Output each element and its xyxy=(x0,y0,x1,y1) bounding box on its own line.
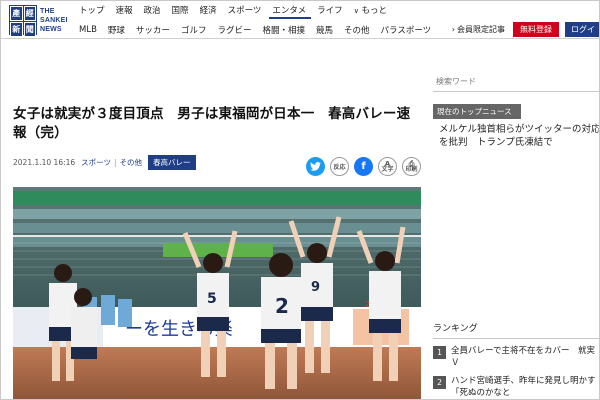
ranking-title: ランキング xyxy=(433,321,599,339)
search-box xyxy=(433,71,599,92)
chevron-right-icon: › xyxy=(451,24,455,34)
sidebar: 現在のトップニュース メルケル独首相らがツイッターの対応を批判 トランプ氏凍結で xyxy=(433,71,599,149)
article-photo[interactable]: ーを生きる楽 24 xyxy=(13,187,421,399)
site-header: 產 經 新 聞 THE SANKEI NEWS トップ 速報 政治 国際 経済 … xyxy=(1,1,599,39)
ranking-item-2[interactable]: 2 ハンド宮崎選手、昨年に発見し明かす「死ぬのかなと xyxy=(433,375,599,399)
article-header: 女子は就実が３度目頂点 男子は東福岡が日本一 春高バレー速報（完） 2021.1… xyxy=(13,105,421,176)
register-button[interactable]: 無料登録 xyxy=(513,21,559,37)
active-tab-underline xyxy=(269,17,311,19)
subnav-rugby[interactable]: ラグビー xyxy=(217,24,251,36)
category-sports-link[interactable]: スポーツ xyxy=(81,157,111,168)
share-toolbar: 反応 f A 文字 ⎙ 印刷 xyxy=(301,157,421,176)
reaction-button[interactable]: 反応 xyxy=(330,157,349,176)
logo-text: THE SANKEI NEWS xyxy=(40,7,68,33)
subnav-mlb[interactable]: MLB xyxy=(79,25,97,35)
top-news: 現在のトップニュース メルケル独首相らがツイッターの対応を批判 トランプ氏凍結で xyxy=(433,104,599,149)
main-nav: トップ 速報 政治 国際 経済 スポーツ エンタメ ライフ ∨ もっと xyxy=(79,3,398,17)
rank-number: 2 xyxy=(433,376,446,389)
publish-date: 2021.1.10 16:16 xyxy=(13,157,76,167)
subnav-baseball[interactable]: 野球 xyxy=(108,24,125,36)
category-separator: | xyxy=(114,157,117,167)
logo-mark: 產 經 新 聞 xyxy=(9,5,37,37)
subnav-para-sports[interactable]: パラスポーツ xyxy=(381,24,432,36)
font-size-button[interactable]: A 文字 xyxy=(378,157,397,176)
sports-subnav: MLB 野球 サッカー ゴルフ ラグビー 格闘・相撲 競馬 その他 パラスポーツ xyxy=(79,23,442,37)
article-title: 女子は就実が３度目頂点 男子は東福岡が日本一 春高バレー速報（完） xyxy=(13,106,411,141)
subnav-golf[interactable]: ゴルフ xyxy=(181,24,207,36)
print-button[interactable]: ⎙ 印刷 xyxy=(402,157,421,176)
nav-entertainment[interactable]: エンタメ xyxy=(272,4,306,16)
subnav-other[interactable]: その他 xyxy=(344,24,370,36)
login-button[interactable]: ログイ xyxy=(565,21,599,37)
search-input[interactable] xyxy=(436,76,586,86)
top-news-headline[interactable]: メルケル独首相らがツイッターの対応を批判 トランプ氏凍結で xyxy=(433,123,599,149)
nav-politics[interactable]: 政治 xyxy=(144,4,161,16)
nav-international[interactable]: 国際 xyxy=(172,4,189,16)
nav-economy[interactable]: 経済 xyxy=(200,4,217,16)
nav-more[interactable]: ∨ もっと xyxy=(354,4,387,16)
subnav-combat-sumo[interactable]: 格闘・相撲 xyxy=(262,24,305,36)
ranking-section: ランキング 1 全員バレーで主将不在をカバー 就実Ｖ 2 ハンド宮崎選手、昨年に… xyxy=(433,321,599,399)
subnav-soccer[interactable]: サッカー xyxy=(136,24,170,36)
top-news-label: 現在のトップニュース xyxy=(433,104,521,119)
nav-sports[interactable]: スポーツ xyxy=(228,4,262,16)
jersey-number-2: 2 xyxy=(275,294,289,318)
topic-tag[interactable]: 春高バレー xyxy=(148,154,196,170)
facebook-f-icon: f xyxy=(361,161,366,172)
rank-headline: 全員バレーで主将不在をカバー 就実Ｖ xyxy=(451,346,595,368)
rank-headline: ハンド宮崎選手、昨年に発見し明かす「死ぬのかなと xyxy=(451,376,596,398)
rank-number: 1 xyxy=(433,346,446,359)
nav-top[interactable]: トップ xyxy=(79,4,105,16)
header-actions: › 会員限定記事 無料登録 ログイ xyxy=(452,21,599,37)
volleyball-celebration-image: ーを生きる楽 24 xyxy=(13,187,421,399)
subnav-horse-racing[interactable]: 競馬 xyxy=(316,24,333,36)
chevron-down-icon: ∨ xyxy=(353,7,359,15)
ranking-item-1[interactable]: 1 全員バレーで主将不在をカバー 就実Ｖ xyxy=(433,345,599,369)
jersey-number-9: 9 xyxy=(311,280,320,295)
member-articles-link[interactable]: › 会員限定記事 xyxy=(452,24,505,35)
sankei-logo[interactable]: 產 經 新 聞 THE SANKEI NEWS xyxy=(9,5,71,37)
nav-breaking[interactable]: 速報 xyxy=(116,4,133,16)
twitter-share-button[interactable] xyxy=(306,157,325,176)
jersey-number-5: 5 xyxy=(207,291,217,307)
nav-life[interactable]: ライフ xyxy=(317,4,343,16)
twitter-bird-icon xyxy=(310,162,321,171)
category-other-link[interactable]: その他 xyxy=(120,157,143,168)
browser-viewport: 產 經 新 聞 THE SANKEI NEWS トップ 速報 政治 国際 経済 … xyxy=(0,0,600,400)
facebook-share-button[interactable]: f xyxy=(354,157,373,176)
